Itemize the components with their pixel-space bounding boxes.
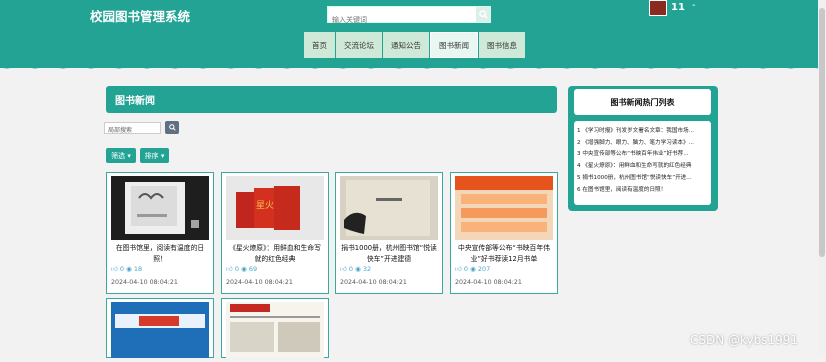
news-image: 星火 [226,176,324,240]
header-wave-divider [0,64,826,69]
user-menu-dash[interactable]: - [692,0,696,11]
news-title[interactable]: 中央宣传部等公布“书映百年伟业”好书荐读12月书单 [455,243,553,265]
search-button[interactable] [476,7,490,22]
news-card[interactable]: 捐书1000册，杭州图书馆“悦读快车”开进建德 👍︎ 0 ◉ 32 2024-0… [335,172,443,294]
news-title[interactable]: 捐书1000册，杭州图书馆“悦读快车”开进建德 [340,243,438,265]
news-card[interactable]: 中央宣传部等公布“书映百年伟业”好书荐读12月书单 👍︎ 0 ◉ 207 202… [450,172,558,294]
news-image [111,302,209,358]
news-image [340,176,438,240]
news-card[interactable] [221,298,329,358]
sort-button[interactable]: 排序 ▾ [140,148,169,163]
news-image [226,302,324,358]
news-stats: 👍︎ 0 ◉ 69 [226,265,258,273]
news-date: 2024-04-10 08:04:21 [340,279,407,286]
nav-notices[interactable]: 通知公告 [383,32,429,58]
caret-down-icon: ▾ [158,151,165,160]
hot-news-list: 1 《学习时报》刊发岁文署名文章：我国市场... 2 《增强脚力、眼力、脑力、笔… [574,121,711,205]
nav-book-news[interactable]: 图书新闻 [430,32,478,58]
user-count[interactable]: 11 [671,2,685,13]
header-bar: 校园图书管理系统 11 - 首页 交流论坛 通知公告 图书新闻 图书信息 [0,0,826,68]
hot-news-panel: 图书新闻热门列表 1 《学习时报》刊发岁文署名文章：我国市场... 2 《增强脚… [568,86,718,211]
local-search-input[interactable]: 局部搜索 [104,122,161,134]
news-title[interactable]: 在图书馆里，阅读有温度的日照！ [111,243,209,265]
hot-news-title: 图书新闻热门列表 [574,89,711,115]
filter-button[interactable]: 筛选 ▾ [106,148,136,163]
nav-book-info[interactable]: 图书信息 [479,32,525,58]
news-date: 2024-04-10 08:04:21 [455,279,522,286]
hot-news-item[interactable]: 2 《增强脚力、眼力、脑力、笔力学习读本》... [577,138,711,150]
thumb-up-icon: 👍︎ [455,265,462,273]
search-icon [168,124,176,131]
scrollbar-thumb[interactable] [819,8,825,257]
svg-text:星火: 星火 [256,200,274,211]
watermark: CSDN @kybs1991 [690,333,799,347]
news-stats: 👍︎ 0 ◉ 32 [340,265,372,273]
site-title: 校园图书管理系统 [90,9,191,24]
hot-news-item[interactable]: 1 《学习时报》刊发岁文署名文章：我国市场... [577,126,711,138]
hot-news-item[interactable]: 3 中央宣传部等公布“书映百年伟业”好书荐... [577,149,711,161]
panel-title: 图书新闻 [106,86,557,113]
thumb-up-icon: 👍︎ [340,265,347,273]
thumb-up-icon: 👍︎ [111,265,118,273]
news-card[interactable] [106,298,214,358]
hot-news-item[interactable]: 5 捐书1000册，杭州图书馆“悦读快车”开进... [577,173,711,185]
search-icon [478,10,488,19]
news-stats: 👍︎ 0 ◉ 18 [111,265,143,273]
local-search-button[interactable] [165,121,179,134]
news-date: 2024-04-10 08:04:21 [226,279,293,286]
hot-news-item[interactable]: 4 《星火燎原》：用鲜血和生命写就的红色经典 [577,161,711,173]
news-card[interactable]: 星火 《星火燎原》：用鲜血和生命写就的红色经典 👍︎ 0 ◉ 69 2024-0… [221,172,329,294]
nav-home[interactable]: 首页 [304,32,335,58]
eye-icon: ◉ [355,265,361,273]
caret-down-icon: ▾ [125,151,131,160]
hot-news-item[interactable]: 6 在图书馆里，阅读有温度的日照！ [577,185,711,197]
thumb-up-icon: 👍︎ [226,265,233,273]
eye-icon: ◉ [126,265,132,273]
news-title[interactable]: 《星火燎原》：用鲜血和生命写就的红色经典 [226,243,324,265]
eye-icon: ◉ [470,265,476,273]
news-stats: 👍︎ 0 ◉ 207 [455,265,491,273]
avatar[interactable] [649,0,667,16]
main-nav: 首页 交流论坛 通知公告 图书新闻 图书信息 [304,32,525,58]
eye-icon: ◉ [241,265,247,273]
search-box[interactable] [327,6,491,28]
news-date: 2024-04-10 08:04:21 [111,279,178,286]
news-card[interactable]: 在图书馆里，阅读有温度的日照！ 👍︎ 0 ◉ 18 2024-04-10 08:… [106,172,214,294]
search-input[interactable] [328,12,476,28]
news-image [455,176,553,240]
news-image [111,176,209,240]
nav-forum[interactable]: 交流论坛 [336,32,382,58]
